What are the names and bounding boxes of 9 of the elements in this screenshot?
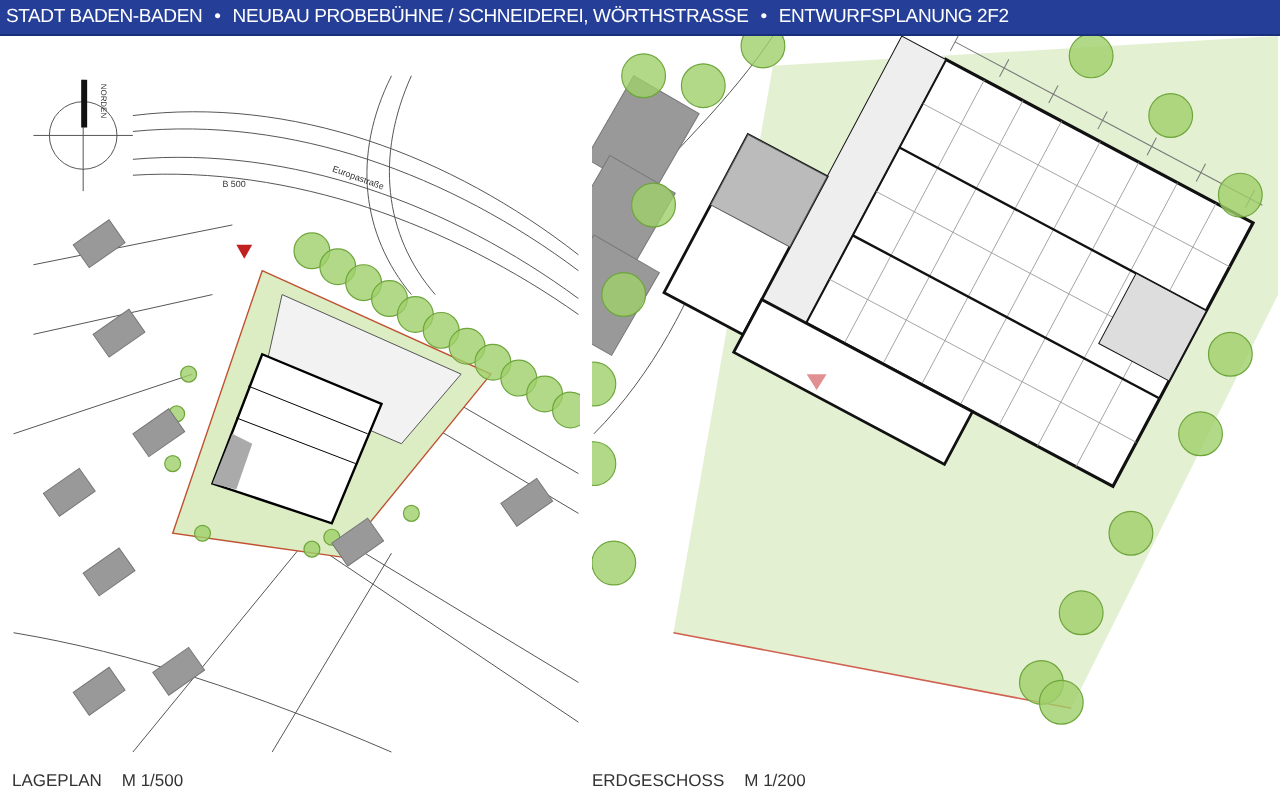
plan-scale: M 1/500: [121, 770, 184, 790]
header-title: STADT BADEN-BADEN: [6, 6, 203, 28]
plan-title: LAGEPLAN: [12, 770, 102, 790]
separator-dot: •: [760, 6, 767, 28]
header-title: ENTWURFSPLANUNG 2F2: [778, 6, 1009, 28]
plan-scale: M 1/200: [744, 770, 806, 790]
separator-dot: •: [214, 6, 221, 28]
plan-title: ERDGESCHOSS: [592, 770, 725, 790]
header-title: NEUBAU PROBEBÜHNE / SCHNEIDEREI, WÖRTHSTRASSE: [232, 6, 749, 28]
